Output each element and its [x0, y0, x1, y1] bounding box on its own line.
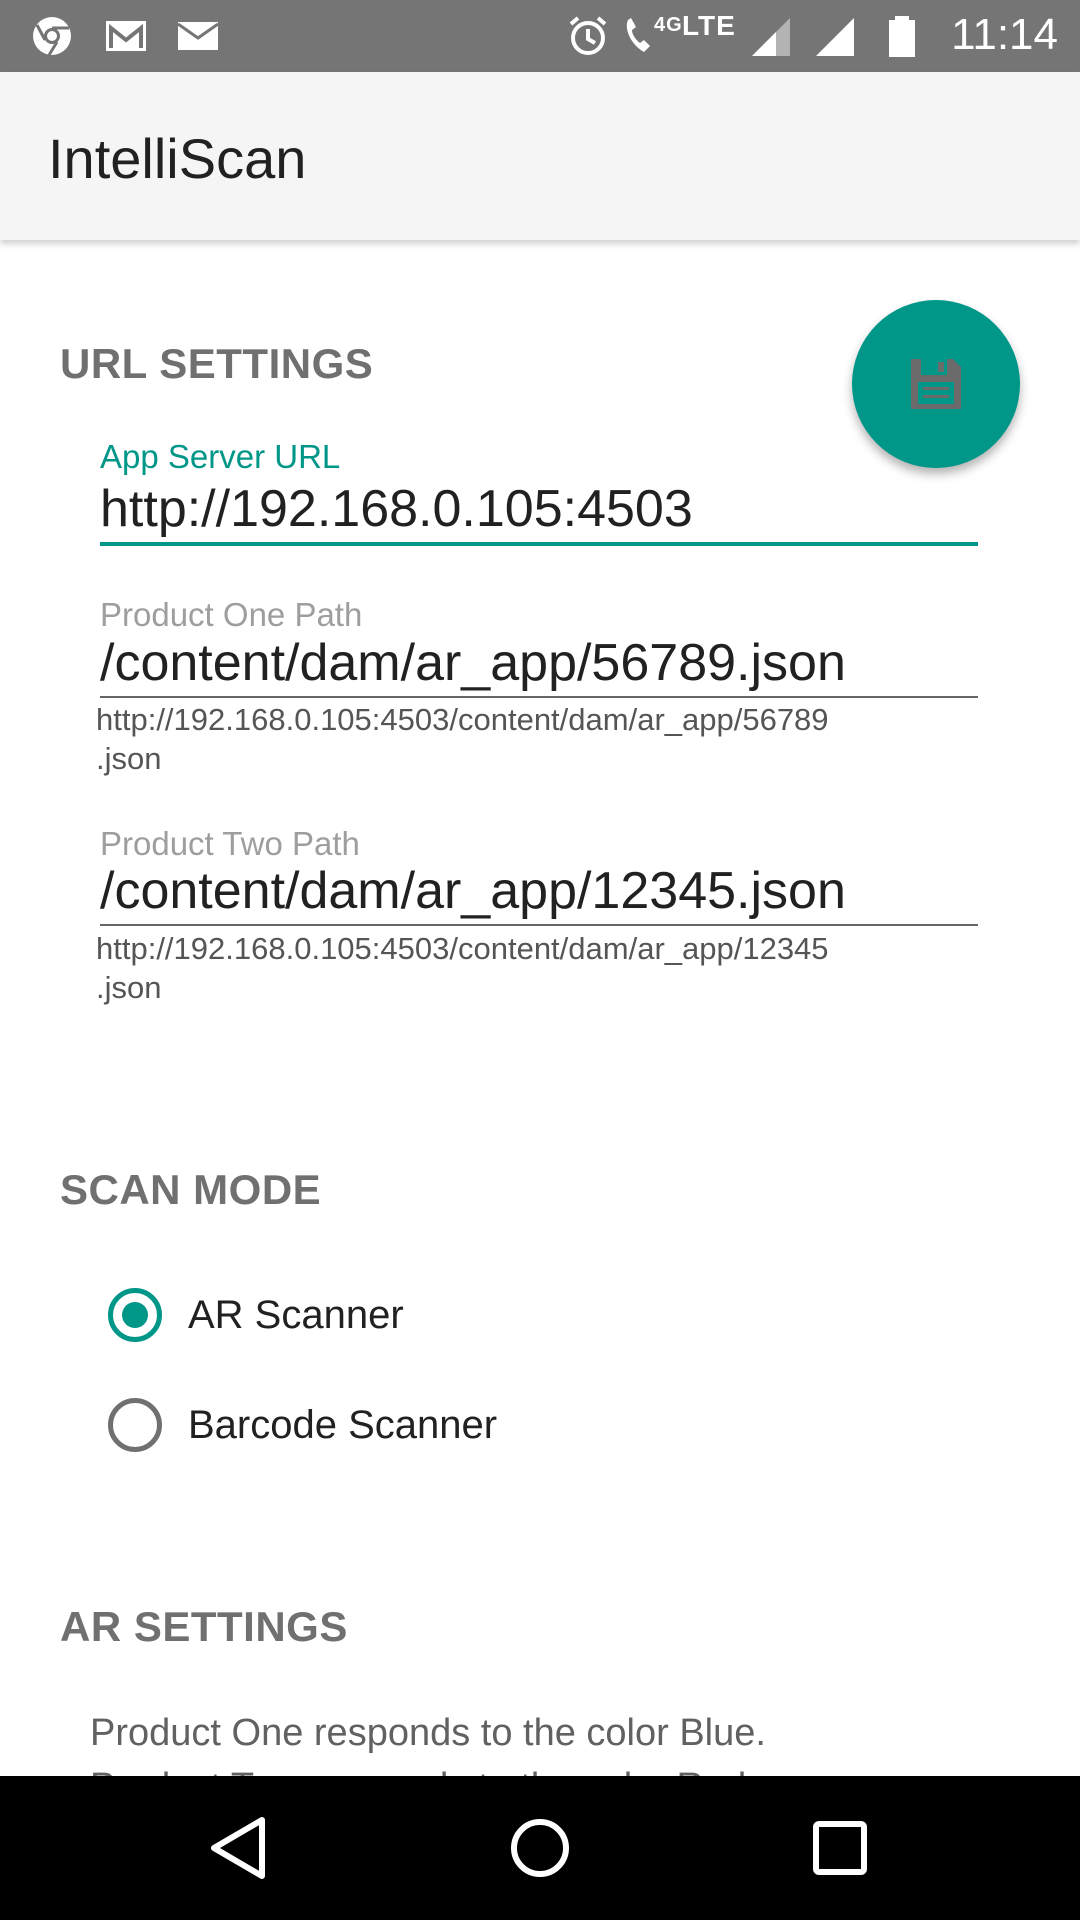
recents-icon[interactable]: [800, 1808, 880, 1888]
chrome-icon: [33, 17, 71, 56]
signal-icon: [752, 18, 790, 56]
ar-settings-header: AR SETTINGS: [60, 1603, 348, 1650]
ar-settings-line1: Product One responds to the color Blue.: [90, 1712, 766, 1754]
network-4g-label: 4G: [654, 14, 683, 36]
ar-settings-line2: Product Two responds to the color Red.: [90, 1760, 990, 1776]
product-two-full-url-line1: http://192.168.0.105:4503/content/dam/ar…: [96, 931, 829, 966]
product-two-path-input[interactable]: [100, 858, 978, 926]
email-icon: [177, 22, 219, 50]
radio-unchecked-icon[interactable]: [108, 1398, 162, 1452]
alarm-icon: [569, 16, 607, 55]
radio-barcode-scanner-label: Barcode Scanner: [188, 1402, 498, 1447]
url-settings-header: URL SETTINGS: [60, 340, 374, 387]
app-server-url-label: App Server URL: [100, 438, 341, 475]
save-button[interactable]: [852, 300, 1020, 468]
product-one-full-url-line2: .json: [96, 741, 162, 776]
radio-ar-scanner[interactable]: AR Scanner: [108, 1280, 404, 1350]
radio-barcode-scanner[interactable]: Barcode Scanner: [108, 1390, 497, 1460]
radio-ar-scanner-label: AR Scanner: [188, 1292, 404, 1337]
back-icon[interactable]: [200, 1808, 280, 1888]
signal-icon: [816, 18, 854, 56]
status-time: 11:14: [951, 10, 1058, 59]
gmail-icon: [106, 21, 146, 51]
status-bar: 4G LTE 11:14: [0, 0, 1080, 72]
ar-settings-text: Product One responds to the color Blue. …: [90, 1706, 990, 1776]
product-one-path-label: Product One Path: [100, 596, 363, 633]
product-two-full-url-line2: .json: [96, 970, 162, 1005]
product-one-path-input[interactable]: [100, 630, 978, 698]
battery-icon: [889, 16, 915, 57]
network-type-label: LTE: [682, 10, 736, 41]
app-bar: IntelliScan: [0, 72, 1080, 240]
product-two-full-url: http://192.168.0.105:4503/content/dam/ar…: [96, 929, 956, 1007]
product-one-full-url-line1: http://192.168.0.105:4503/content/dam/ar…: [96, 702, 829, 737]
scan-mode-header: SCAN MODE: [60, 1166, 322, 1213]
navigation-bar: [0, 1776, 1080, 1920]
product-one-full-url: http://192.168.0.105:4503/content/dam/ar…: [96, 700, 956, 778]
app-title: IntelliScan: [48, 127, 307, 190]
radio-checked-icon[interactable]: [108, 1288, 162, 1342]
home-icon[interactable]: [500, 1808, 580, 1888]
save-icon: [911, 359, 961, 409]
settings-content[interactable]: URL SETTINGS App Server URL Product One …: [0, 240, 1080, 1776]
app-server-url-input[interactable]: [100, 476, 978, 546]
